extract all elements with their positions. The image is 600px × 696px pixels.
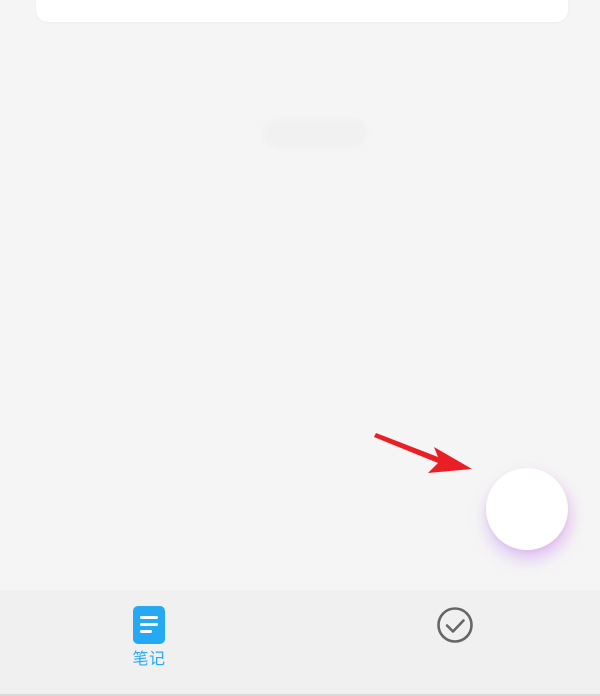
red-arrow-icon xyxy=(374,433,472,473)
tab-todo[interactable] xyxy=(300,590,600,696)
add-note-button[interactable] xyxy=(486,468,568,550)
note-card[interactable] xyxy=(36,0,568,22)
check-circle-icon xyxy=(437,607,473,643)
tab-notes[interactable]: 笔记 xyxy=(0,590,300,696)
plus-icon xyxy=(510,492,544,526)
empty-placeholder xyxy=(262,118,368,148)
bottom-tab-bar: 笔记 xyxy=(0,590,600,696)
notes-app-screen: 笔记 xyxy=(0,0,600,696)
document-icon xyxy=(133,606,165,644)
tab-notes-label: 笔记 xyxy=(132,649,166,668)
